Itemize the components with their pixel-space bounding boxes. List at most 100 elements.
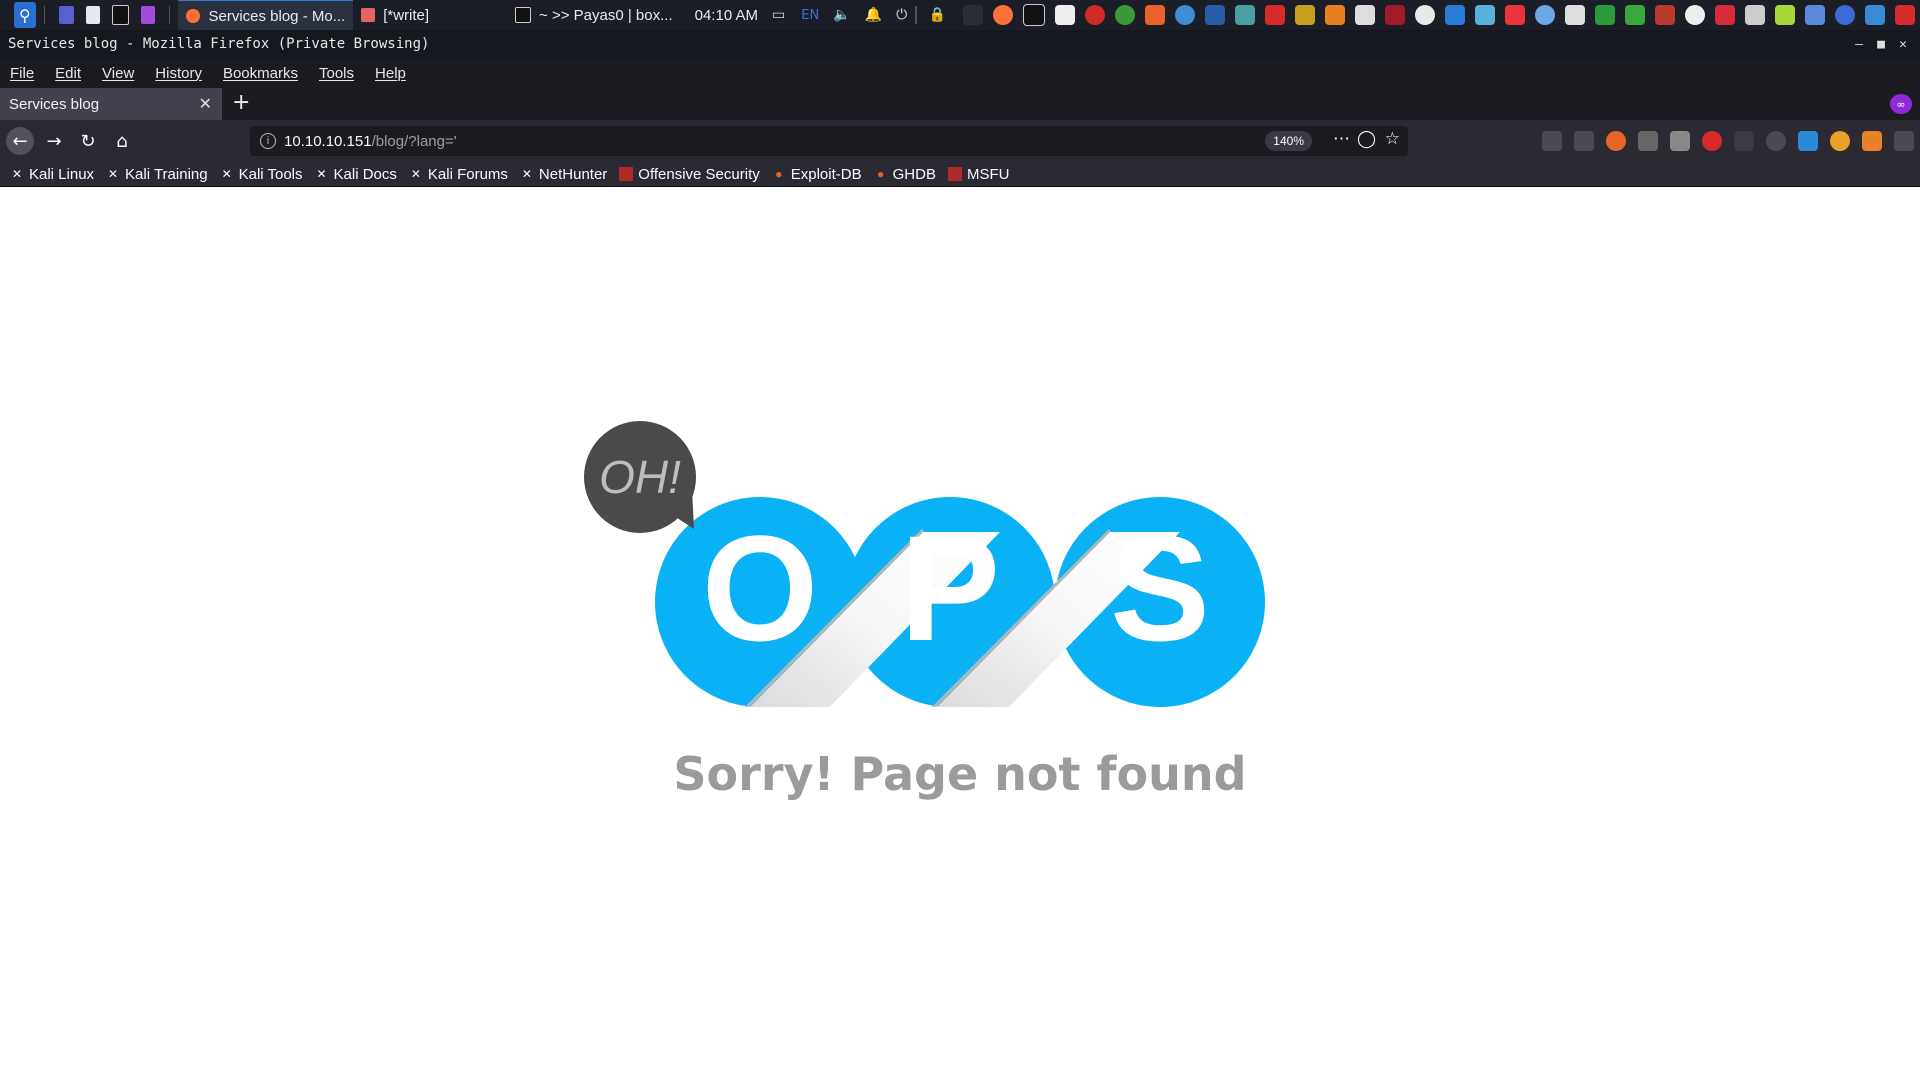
menu-file[interactable]: File [10,65,34,82]
tool-icon[interactable] [1355,5,1376,25]
taskbar-terminal[interactable]: ~ >> Payas0 | box... [507,0,681,30]
tool-icon[interactable] [1655,5,1676,25]
bookmark-kali-docs[interactable]: ✕ Kali Docs [315,166,397,183]
tool-icon[interactable] [1805,5,1826,25]
new-tab-button[interactable]: + [232,88,250,120]
faraday-icon[interactable] [1265,5,1286,25]
keyboard-layout[interactable]: EN [801,8,819,23]
tool-icon[interactable] [1445,5,1466,25]
vim-icon[interactable] [1625,5,1646,25]
refresh-icon[interactable] [963,5,984,25]
extension-icon[interactable] [1638,131,1658,151]
bubble-text: OH! [599,451,681,503]
kali-menu-icon[interactable]: ⚲ [14,2,36,28]
menu-history[interactable]: History [155,65,202,82]
menu-view[interactable]: View [102,65,134,82]
zoom-level[interactable]: 140% [1265,131,1312,151]
close-icon[interactable]: ✕ [1892,37,1914,52]
page-actions-icon[interactable]: ⋯ [1333,129,1350,149]
extension-icon[interactable] [1734,131,1754,151]
library-icon[interactable] [1542,131,1562,151]
menu-bookmarks[interactable]: Bookmarks [223,65,298,82]
bookmark-kali-linux[interactable]: ✕ Kali Linux [10,166,94,183]
account-icon[interactable] [1766,131,1786,151]
tool-icon[interactable] [1505,5,1526,25]
reload-button[interactable]: ↻ [74,127,102,155]
bookmark-kali-tools[interactable]: ✕ Kali Tools [220,166,303,183]
tool-icon[interactable] [1595,5,1616,25]
url-bar[interactable]: i 10.10.10.151/blog/?lang=' 140% ⋯ ◯ ☆ [250,126,1408,156]
metasploit-icon[interactable] [1205,5,1226,25]
menu-edit[interactable]: Edit [55,65,81,82]
trash-icon[interactable] [1862,131,1882,151]
eye-icon[interactable] [1835,5,1856,25]
taskbar-write[interactable]: [*write] [353,0,437,30]
bookmark-kali-training[interactable]: ✕ Kali Training [106,166,208,183]
close-tab-icon[interactable]: ✕ [199,94,212,114]
volume-icon[interactable]: 🔈 [833,7,850,23]
terminal-icon[interactable] [112,5,129,25]
notification-icon[interactable]: 🔔 [865,7,882,23]
screenshot-icon[interactable] [140,6,156,24]
tab-services-blog[interactable]: Services blog ✕ [0,88,222,120]
wireshark-icon[interactable] [1175,5,1196,25]
panel-clock[interactable]: 04:10 AM [695,7,758,24]
tool-icon[interactable] [1865,5,1886,25]
bookmark-offensive-security[interactable]: Offensive Security [619,166,760,183]
extension-icon[interactable] [1670,131,1690,151]
bookmark-kali-forums[interactable]: ✕ Kali Forums [409,166,508,183]
bookmark-ghdb[interactable]: ● GHDB [874,166,936,183]
cookie-icon[interactable] [1830,131,1850,151]
tool-icon[interactable] [1715,5,1736,25]
lock-icon[interactable]: 🔒 [929,7,946,23]
pocket-icon[interactable]: ◯ [1357,129,1376,149]
wordpress-icon[interactable] [1415,5,1436,25]
tool-icon[interactable] [1295,5,1316,25]
menu-help[interactable]: Help [375,65,406,82]
burpsuite-icon[interactable] [1145,5,1166,25]
menu-icon[interactable] [1894,131,1914,151]
kali-dragon-icon: ✕ [221,167,232,181]
bookmark-exploit-db[interactable]: ● Exploit-DB [772,166,861,183]
sidebar-icon[interactable] [1574,131,1594,151]
workspace-icon[interactable] [59,6,74,24]
site-info-icon[interactable]: i [260,133,276,149]
tool-icon[interactable] [1325,5,1346,25]
bookmark-msfu[interactable]: MSFU [947,166,1009,183]
tool-icon[interactable] [1895,5,1916,25]
maltego-icon[interactable] [1115,5,1136,25]
terminal-icon[interactable] [1023,4,1046,26]
bookmark-nethunter[interactable]: ✕ NetHunter [520,166,607,183]
home-button[interactable]: ⌂ [108,127,136,155]
display-icon[interactable]: ▭ [772,7,785,23]
tool-icon[interactable] [1565,5,1586,25]
kali-dragon-icon: ✕ [521,167,532,181]
document-icon[interactable] [1055,5,1076,25]
alien-icon[interactable] [1535,5,1556,25]
back-button[interactable]: ← [6,127,34,155]
tab-label: Services blog [9,95,100,113]
tool-icon[interactable] [1385,5,1406,25]
minimize-icon[interactable]: – [1848,37,1870,52]
extension-icon[interactable] [1702,131,1722,151]
menu-tools[interactable]: Tools [319,65,354,82]
power-icon[interactable]: ⏻ [896,7,907,23]
foxyproxy-icon[interactable] [1606,131,1626,151]
maximize-icon[interactable]: ■ [1870,37,1892,52]
forward-button[interactable]: → [40,127,68,155]
tool-icon[interactable] [1775,5,1796,25]
extension-icon[interactable] [1798,131,1818,151]
letter-s: S [1110,504,1210,672]
system-panel: ⚲ Services blog - Mo... [*write] ~ >> Pa… [0,0,1920,30]
firefox-icon[interactable] [993,5,1014,25]
search-icon[interactable] [1685,5,1706,25]
file-manager-icon[interactable] [85,6,101,24]
cherrytree-icon[interactable] [1085,5,1106,25]
window-titlebar[interactable]: Services blog - Mozilla Firefox (Private… [0,30,1920,58]
kali-dragon-icon: ✕ [11,167,23,181]
taskbar-firefox[interactable]: Services blog - Mo... [178,0,354,30]
beef-icon[interactable] [1235,5,1256,25]
tool-icon[interactable] [1475,5,1496,25]
bookmark-star-icon[interactable]: ☆ [1385,129,1400,149]
tool-icon[interactable] [1745,5,1766,25]
